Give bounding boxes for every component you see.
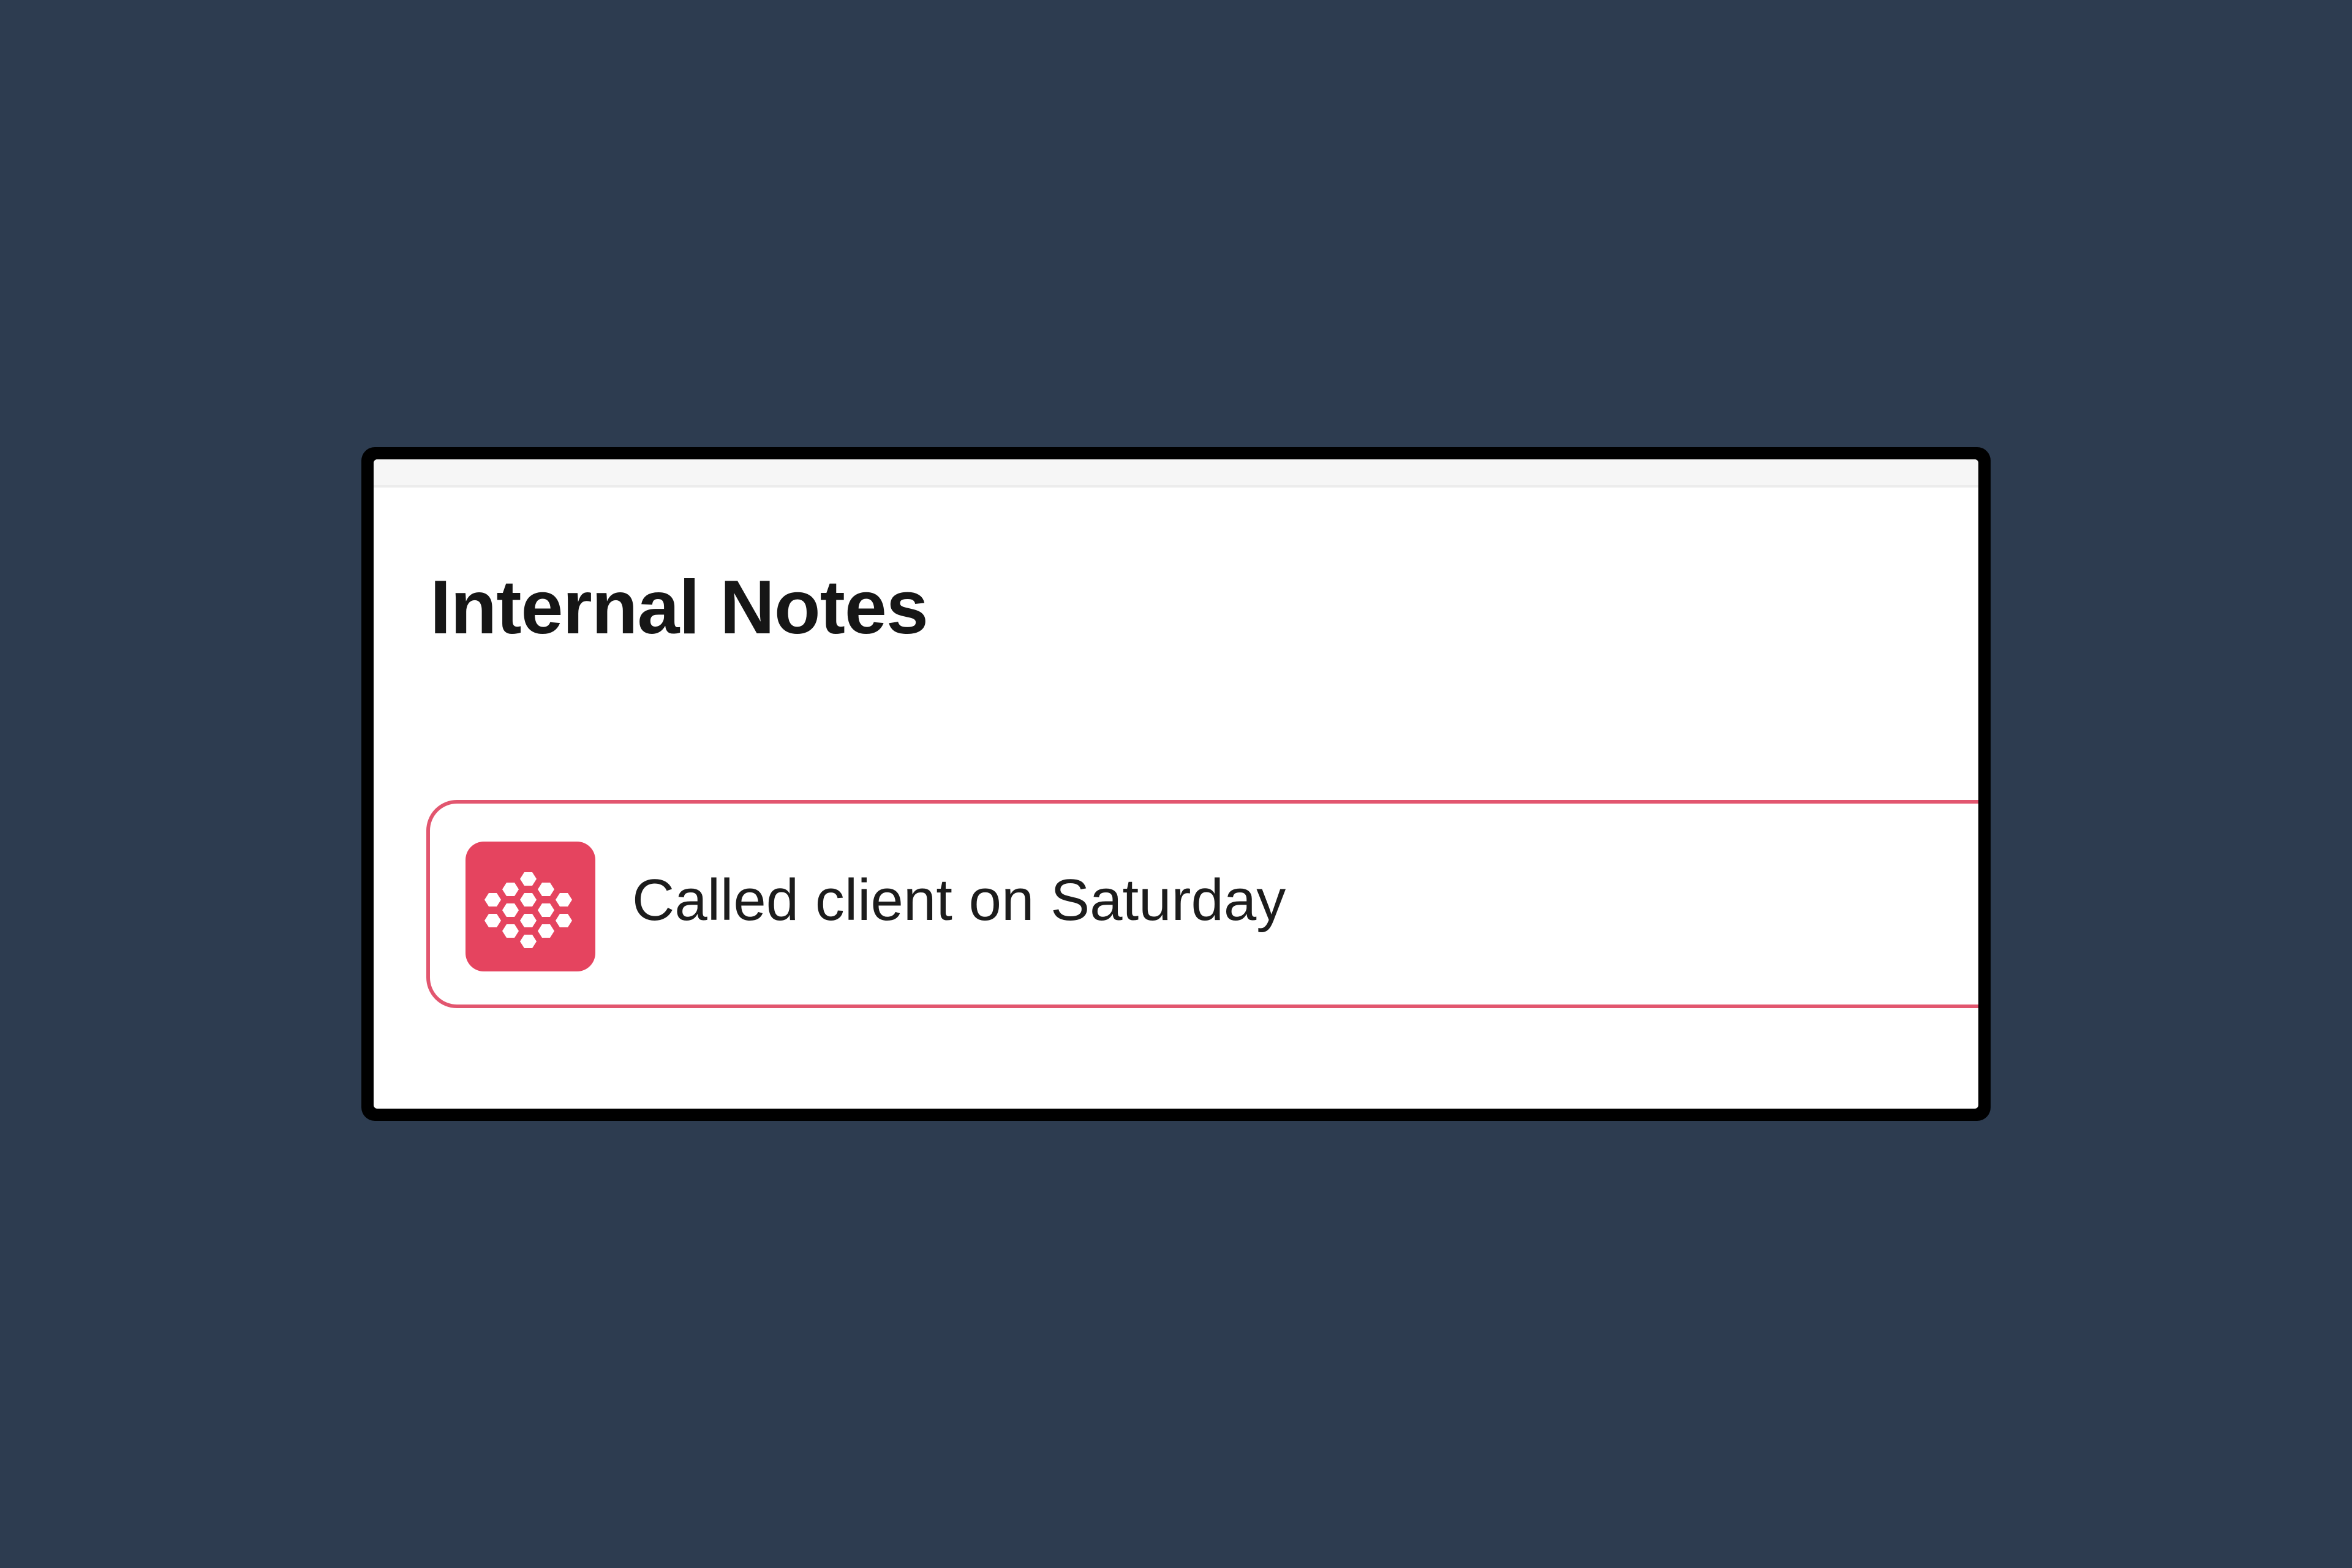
honeycomb-icon [466,842,595,971]
note-text: Called client on Saturday [632,867,1286,933]
note-item[interactable]: Called client on Saturday [426,800,1978,1008]
panel-top-strip [374,459,1978,488]
app-window: Internal Notes Called client on Saturday [361,447,1991,1121]
page-title: Internal Notes [430,565,929,650]
notes-panel: Internal Notes Called client on Saturday [374,459,1978,1109]
